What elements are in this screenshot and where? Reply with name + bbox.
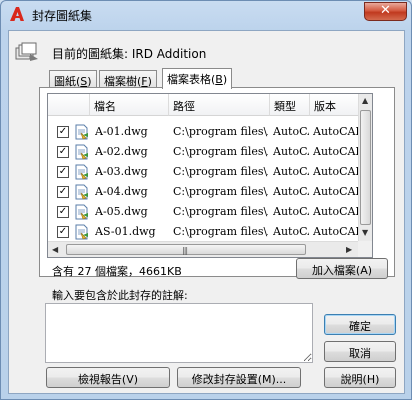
- scroll-up-icon[interactable]: ▲: [362, 96, 368, 105]
- column-header-version[interactable]: 版本: [310, 94, 364, 116]
- row-checkbox[interactable]: ✓: [57, 146, 69, 158]
- table-row[interactable]: ✓ A-04.dwg C:\program files\Aut AutoCA AutoC…: [48, 182, 372, 202]
- dwg-file-icon: [75, 204, 88, 220]
- cell-type: AutoCA: [273, 225, 309, 238]
- table-row[interactable]: ✓ A-05.dwg C:\program files\Aut AutoCA AutoC…: [48, 202, 372, 222]
- cell-version: AutoCAD: [313, 165, 363, 178]
- cell-path: C:\program files\Aut: [173, 125, 268, 138]
- close-icon: ✕: [380, 3, 391, 18]
- table-row[interactable]: ✓ A-02.dwg C:\program files\Aut AutoCA AutoC…: [48, 142, 372, 162]
- cell-filename: A-01.dwg: [95, 125, 148, 138]
- column-header-path[interactable]: 路徑: [169, 94, 270, 116]
- cell-filename: A-04.dwg: [95, 185, 148, 198]
- scrollbar-corner: [358, 241, 372, 257]
- help-button[interactable]: 說明(H): [324, 367, 396, 388]
- window-title: 封存圖紙集: [32, 9, 93, 23]
- cell-filename: A-03.dwg: [95, 165, 148, 178]
- column-header-type[interactable]: 類型: [270, 94, 310, 116]
- grip-icon: |||: [182, 246, 188, 255]
- note-label: 輸入要包含於此封存的註解:: [52, 289, 188, 302]
- row-checkbox[interactable]: ✓: [57, 166, 69, 178]
- cell-path: C:\program files\Aut: [173, 145, 268, 158]
- scroll-left-icon[interactable]: ◀: [52, 245, 58, 254]
- cell-type: AutoCA: [273, 145, 309, 158]
- column-header-check[interactable]: [48, 94, 90, 116]
- tab-sheets[interactable]: 圖紙(S): [49, 70, 97, 88]
- current-sheet-set-label: 目前的圖紙集: IRD Addition: [52, 47, 207, 61]
- row-checkbox[interactable]: ✓: [57, 126, 69, 138]
- column-header-filename[interactable]: 檔名: [90, 94, 169, 116]
- files-table-panel: 檔名 路徑 類型 版本 上 ✓A-01.dwgC:\program files\…: [39, 87, 395, 277]
- table-row[interactable]: ✓ AS-01.dwg C:\program files\Aut AutoCA Auto…: [48, 222, 372, 242]
- vertical-scroll-thumb[interactable]: [360, 110, 371, 225]
- cell-path: C:\program files\Aut: [173, 205, 268, 218]
- tab-files-table[interactable]: 檔案表格(B): [162, 68, 233, 89]
- table-row[interactable]: ✓ A-01.dwg C:\program files\Aut AutoCA AutoC…: [48, 122, 372, 142]
- cancel-button[interactable]: 取消: [324, 341, 396, 362]
- dwg-file-icon: [75, 124, 88, 140]
- modify-archive-setup-button[interactable]: 修改封存設置(M)...: [177, 367, 301, 388]
- title-bar[interactable]: 封存圖紙集 ✕: [1, 1, 411, 29]
- cell-version: AutoCAD: [313, 205, 363, 218]
- dwg-file-icon: [75, 144, 88, 160]
- cell-filename: AS-01.dwg: [95, 225, 156, 238]
- cell-version: AutoCAD: [313, 125, 363, 138]
- scroll-right-icon[interactable]: ▶: [346, 245, 352, 254]
- horizontal-scroll-thumb[interactable]: |||: [66, 244, 306, 255]
- dwg-file-icon: [75, 184, 88, 200]
- cell-type: AutoCA: [273, 205, 309, 218]
- note-input[interactable]: [45, 303, 313, 363]
- file-count-summary: 含有 27 個檔案，4661KB: [52, 265, 182, 278]
- cell-version: AutoCAD: [313, 185, 363, 198]
- cell-type: AutoCA: [273, 125, 309, 138]
- cell-filename: A-02.dwg: [95, 145, 148, 158]
- tab-files-tree[interactable]: 檔案樹(F): [99, 70, 157, 88]
- cell-path: C:\program files\Aut: [173, 165, 268, 178]
- sheet-set-icon: [15, 42, 38, 61]
- add-file-button[interactable]: 加入檔案(A): [296, 258, 388, 279]
- cell-version: AutoCAD: [313, 145, 363, 158]
- cell-path: C:\program files\Aut: [173, 185, 268, 198]
- close-button[interactable]: ✕: [364, 2, 407, 21]
- scroll-down-icon[interactable]: ▼: [362, 228, 368, 237]
- row-checkbox[interactable]: ✓: [57, 206, 69, 218]
- ok-button[interactable]: 確定: [324, 314, 396, 335]
- table-row[interactable]: ✓ A-03.dwg C:\program files\Aut AutoCA AutoC…: [48, 162, 372, 182]
- row-checkbox[interactable]: ✓: [57, 226, 69, 238]
- row-checkbox[interactable]: ✓: [57, 186, 69, 198]
- view-report-button[interactable]: 檢視報告(V): [46, 367, 170, 388]
- files-table: 檔名 路徑 類型 版本 上 ✓A-01.dwgC:\program files\…: [47, 93, 373, 258]
- cell-type: AutoCA: [273, 185, 309, 198]
- dwg-file-icon: [75, 164, 88, 180]
- horizontal-scrollbar[interactable]: ◀ ||| ▶: [48, 241, 358, 257]
- archive-sheet-set-window: 封存圖紙集 ✕ 目前的圖紙集: IRD Addition 圖紙(S) 檔案樹(F…: [0, 0, 412, 400]
- autocad-app-icon: [10, 7, 24, 21]
- dwg-file-icon: [75, 224, 88, 240]
- cell-path: C:\program files\Aut: [173, 225, 268, 238]
- dialog-body: 目前的圖紙集: IRD Addition 圖紙(S) 檔案樹(F) 檔案表格(B…: [8, 30, 405, 394]
- cell-type: AutoCA: [273, 165, 309, 178]
- cell-filename: A-05.dwg: [95, 205, 148, 218]
- vertical-scrollbar[interactable]: ▲ ▼: [358, 94, 372, 241]
- cell-version: AutoCAD: [313, 225, 363, 238]
